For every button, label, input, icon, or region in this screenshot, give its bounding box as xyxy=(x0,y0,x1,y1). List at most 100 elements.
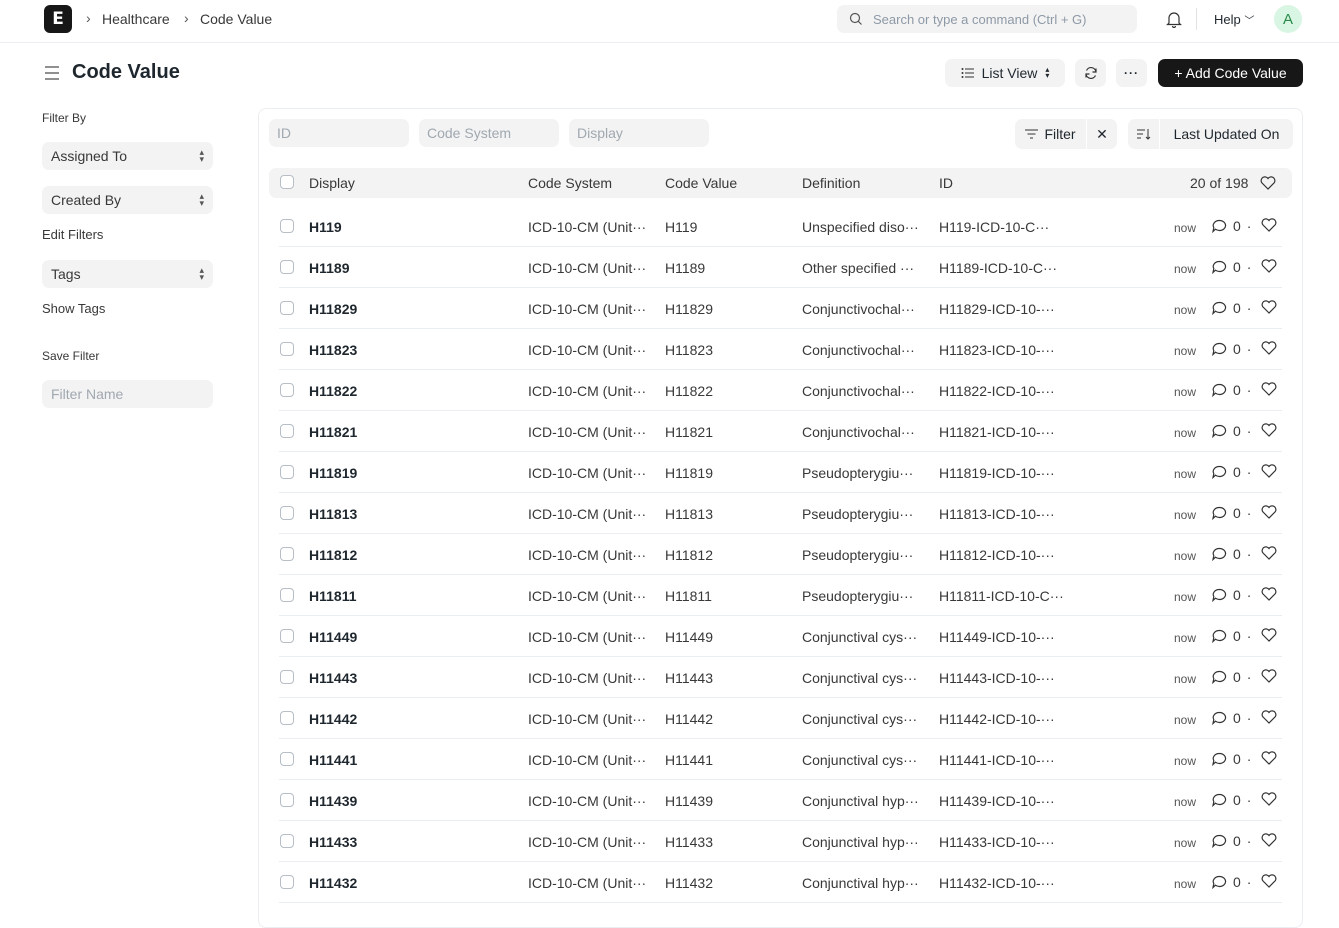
row-checkbox[interactable] xyxy=(280,834,294,848)
table-row[interactable]: H119 ICD-10-CM (Unit··· H119 Unspecified di… xyxy=(279,206,1282,247)
add-code-value-button[interactable]: + Add Code Value xyxy=(1158,59,1303,87)
row-checkbox[interactable] xyxy=(280,547,294,561)
breadcrumb-code-value[interactable]: Code Value xyxy=(200,11,272,27)
table-row[interactable]: H11813 ICD-10-CM (Unit··· H11813 Pseudopter… xyxy=(279,493,1282,534)
row-display[interactable]: H11443 xyxy=(309,670,357,686)
row-checkbox[interactable] xyxy=(280,752,294,766)
heart-icon[interactable] xyxy=(1261,423,1277,437)
row-display[interactable]: H11432 xyxy=(309,875,357,891)
sort-by-button[interactable]: Last Updated On xyxy=(1160,119,1293,149)
table-row[interactable]: H11829 ICD-10-CM (Unit··· H11829 Conjunctiv… xyxy=(279,288,1282,329)
heart-icon[interactable] xyxy=(1261,382,1277,396)
sidebar-toggle-icon[interactable] xyxy=(44,66,60,80)
filter-button[interactable]: Filter xyxy=(1015,119,1086,149)
heart-icon[interactable] xyxy=(1261,874,1277,888)
table-row[interactable]: H11811 ICD-10-CM (Unit··· H11811 Pseudopter… xyxy=(279,575,1282,616)
heart-icon[interactable] xyxy=(1261,546,1277,560)
row-display[interactable]: H11829 xyxy=(309,301,357,317)
row-display[interactable]: H11821 xyxy=(309,424,357,440)
row-display[interactable]: H11812 xyxy=(309,547,357,563)
row-checkbox[interactable] xyxy=(280,342,294,356)
table-row[interactable]: H11449 ICD-10-CM (Unit··· H11449 Conjunctiv… xyxy=(279,616,1282,657)
row-display[interactable]: H11813 xyxy=(309,506,357,522)
heart-icon[interactable] xyxy=(1261,341,1277,355)
comment-count[interactable]: 0 · xyxy=(1212,218,1251,234)
comment-count[interactable]: 0 · xyxy=(1212,382,1251,398)
row-checkbox[interactable] xyxy=(280,629,294,643)
comment-count[interactable]: 0 · xyxy=(1212,710,1251,726)
table-row[interactable]: H11439 ICD-10-CM (Unit··· H11439 Conjunctiv… xyxy=(279,780,1282,821)
row-display[interactable]: H11819 xyxy=(309,465,357,481)
comment-count[interactable]: 0 · xyxy=(1212,546,1251,562)
filter-name-input[interactable]: Filter Name xyxy=(42,380,213,408)
show-tags-link[interactable]: Show Tags xyxy=(42,301,105,316)
row-checkbox[interactable] xyxy=(280,301,294,315)
comment-count[interactable]: 0 · xyxy=(1212,792,1251,808)
row-checkbox[interactable] xyxy=(280,383,294,397)
assigned-to-filter[interactable]: Assigned To ▴ ▾ xyxy=(42,142,213,170)
table-row[interactable]: H11812 ICD-10-CM (Unit··· H11812 Pseudopter… xyxy=(279,534,1282,575)
heart-icon[interactable] xyxy=(1261,505,1277,519)
heart-icon[interactable] xyxy=(1261,833,1277,847)
edit-filters-link[interactable]: Edit Filters xyxy=(42,227,103,242)
select-all-checkbox[interactable] xyxy=(280,175,294,189)
app-logo[interactable]: E xyxy=(44,5,72,33)
search-input[interactable]: Search or type a command (Ctrl + G) xyxy=(837,5,1137,33)
heart-icon[interactable] xyxy=(1261,218,1277,232)
comment-count[interactable]: 0 · xyxy=(1212,464,1251,480)
clear-filter-button[interactable]: ✕ xyxy=(1087,119,1117,149)
row-display[interactable]: H11811 xyxy=(309,588,357,604)
row-display[interactable]: H11442 xyxy=(309,711,357,727)
row-checkbox[interactable] xyxy=(280,465,294,479)
comment-count[interactable]: 0 · xyxy=(1212,423,1251,439)
row-display[interactable]: H11822 xyxy=(309,383,357,399)
avatar[interactable]: A xyxy=(1274,5,1302,33)
code-system-filter-input[interactable]: Code System xyxy=(419,119,559,147)
refresh-button[interactable] xyxy=(1075,59,1106,87)
heart-icon[interactable] xyxy=(1261,710,1277,724)
heart-icon[interactable] xyxy=(1261,792,1277,806)
comment-count[interactable]: 0 · xyxy=(1212,300,1251,316)
bell-icon[interactable] xyxy=(1166,10,1182,28)
heart-icon[interactable] xyxy=(1260,176,1276,190)
heart-icon[interactable] xyxy=(1261,587,1277,601)
row-display[interactable]: H11823 xyxy=(309,342,357,358)
table-row[interactable]: H11433 ICD-10-CM (Unit··· H11433 Conjunctiv… xyxy=(279,821,1282,862)
heart-icon[interactable] xyxy=(1261,628,1277,642)
heart-icon[interactable] xyxy=(1261,751,1277,765)
comment-count[interactable]: 0 · xyxy=(1212,833,1251,849)
created-by-filter[interactable]: Created By ▴ ▾ xyxy=(42,186,213,214)
comment-count[interactable]: 0 · xyxy=(1212,587,1251,603)
row-display[interactable]: H11439 xyxy=(309,793,357,809)
table-row[interactable]: H11441 ICD-10-CM (Unit··· H11441 Conjunctiv… xyxy=(279,739,1282,780)
table-row[interactable]: H11819 ICD-10-CM (Unit··· H11819 Pseudopter… xyxy=(279,452,1282,493)
table-row[interactable]: H11442 ICD-10-CM (Unit··· H11442 Conjunctiv… xyxy=(279,698,1282,739)
row-checkbox[interactable] xyxy=(280,424,294,438)
sort-order-button[interactable] xyxy=(1128,119,1159,149)
heart-icon[interactable] xyxy=(1261,669,1277,683)
comment-count[interactable]: 0 · xyxy=(1212,628,1251,644)
tags-filter[interactable]: Tags ▴ ▾ xyxy=(42,260,213,288)
row-checkbox[interactable] xyxy=(280,219,294,233)
comment-count[interactable]: 0 · xyxy=(1212,505,1251,521)
row-display[interactable]: H119 xyxy=(309,219,342,235)
row-checkbox[interactable] xyxy=(280,506,294,520)
help-dropdown[interactable]: Help ﹀ xyxy=(1214,12,1254,27)
row-checkbox[interactable] xyxy=(280,260,294,274)
comment-count[interactable]: 0 · xyxy=(1212,341,1251,357)
table-row[interactable]: H1189 ICD-10-CM (Unit··· H1189 Other specif… xyxy=(279,247,1282,288)
heart-icon[interactable] xyxy=(1261,259,1277,273)
id-filter-input[interactable]: ID xyxy=(269,119,409,147)
display-filter-input[interactable]: Display xyxy=(569,119,709,147)
row-checkbox[interactable] xyxy=(280,588,294,602)
row-checkbox[interactable] xyxy=(280,793,294,807)
table-row[interactable]: H11443 ICD-10-CM (Unit··· H11443 Conjunctiv… xyxy=(279,657,1282,698)
table-row[interactable]: H11432 ICD-10-CM (Unit··· H11432 Conjunctiv… xyxy=(279,862,1282,903)
table-row[interactable]: H11822 ICD-10-CM (Unit··· H11822 Conjunctiv… xyxy=(279,370,1282,411)
heart-icon[interactable] xyxy=(1261,464,1277,478)
row-checkbox[interactable] xyxy=(280,875,294,889)
comment-count[interactable]: 0 · xyxy=(1212,669,1251,685)
row-checkbox[interactable] xyxy=(280,711,294,725)
breadcrumb-healthcare[interactable]: Healthcare xyxy=(102,11,170,27)
row-display[interactable]: H11449 xyxy=(309,629,357,645)
